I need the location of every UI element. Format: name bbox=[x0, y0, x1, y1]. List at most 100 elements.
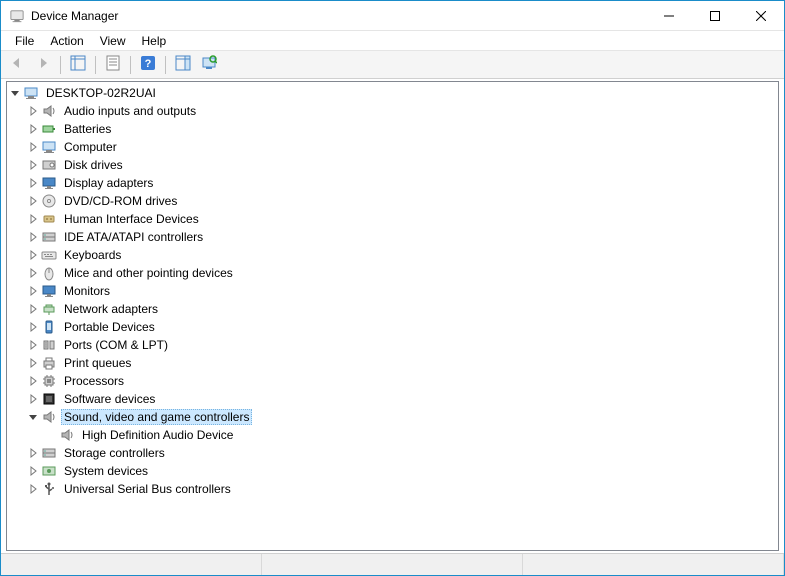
show-hide-action-button[interactable] bbox=[171, 54, 195, 76]
tree-node-label[interactable]: Universal Serial Bus controllers bbox=[61, 481, 234, 497]
tree-node[interactable]: High Definition Audio Device bbox=[7, 426, 778, 444]
chevron-right-icon[interactable] bbox=[25, 139, 41, 155]
tree-node-label[interactable]: Software devices bbox=[61, 391, 158, 407]
close-button[interactable] bbox=[738, 1, 784, 30]
tree-node-label[interactable]: High Definition Audio Device bbox=[79, 427, 236, 443]
chevron-down-icon[interactable] bbox=[7, 85, 23, 101]
chevron-right-icon[interactable] bbox=[25, 103, 41, 119]
tree-node[interactable]: Human Interface Devices bbox=[7, 210, 778, 228]
tree-node[interactable]: Batteries bbox=[7, 120, 778, 138]
tree-node-label[interactable]: Mice and other pointing devices bbox=[61, 265, 236, 281]
tree-node[interactable]: Print queues bbox=[7, 354, 778, 372]
help-icon: ? bbox=[140, 55, 156, 74]
tree-node-label[interactable]: IDE ATA/ATAPI controllers bbox=[61, 229, 206, 245]
tree-node[interactable]: Universal Serial Bus controllers bbox=[7, 480, 778, 498]
tree-node-label[interactable]: Audio inputs and outputs bbox=[61, 103, 199, 119]
scan-hardware-button[interactable] bbox=[197, 54, 221, 76]
tree-node-label[interactable]: Storage controllers bbox=[61, 445, 168, 461]
app-icon bbox=[9, 8, 25, 24]
chevron-right-icon[interactable] bbox=[25, 355, 41, 371]
menu-help[interactable]: Help bbox=[134, 32, 175, 50]
tree-node-label[interactable]: DESKTOP-02R2UAI bbox=[43, 85, 159, 101]
tree-node-label[interactable]: DVD/CD-ROM drives bbox=[61, 193, 180, 209]
chevron-down-icon[interactable] bbox=[25, 409, 41, 425]
tree-node-label[interactable]: Human Interface Devices bbox=[61, 211, 202, 227]
toolbar-separator bbox=[165, 56, 166, 74]
toolbar: ? bbox=[1, 51, 784, 79]
chevron-right-icon[interactable] bbox=[25, 247, 41, 263]
tree-node[interactable]: Storage controllers bbox=[7, 444, 778, 462]
tree-node-label[interactable]: Print queues bbox=[61, 355, 134, 371]
tree-node[interactable]: Portable Devices bbox=[7, 318, 778, 336]
tree-node-label[interactable]: Computer bbox=[61, 139, 120, 155]
tree-node-label[interactable]: Sound, video and game controllers bbox=[61, 409, 252, 425]
tree-node-label[interactable]: Portable Devices bbox=[61, 319, 158, 335]
tree-node[interactable]: DESKTOP-02R2UAI bbox=[7, 84, 778, 102]
menu-action[interactable]: Action bbox=[42, 32, 91, 50]
back-button[interactable] bbox=[5, 54, 29, 76]
minimize-button[interactable] bbox=[646, 1, 692, 30]
toolbar-separator bbox=[60, 56, 61, 74]
tree-node-label[interactable]: Processors bbox=[61, 373, 127, 389]
chevron-right-icon[interactable] bbox=[25, 193, 41, 209]
tree-node[interactable]: System devices bbox=[7, 462, 778, 480]
mouse-icon bbox=[41, 265, 57, 281]
network-icon bbox=[41, 301, 57, 317]
properties-button[interactable] bbox=[101, 54, 125, 76]
tree-node[interactable]: Computer bbox=[7, 138, 778, 156]
dvd-icon bbox=[41, 193, 57, 209]
system-icon bbox=[41, 463, 57, 479]
chevron-right-icon[interactable] bbox=[25, 337, 41, 353]
menu-file[interactable]: File bbox=[7, 32, 42, 50]
ports-icon bbox=[41, 337, 57, 353]
menubar: FileActionViewHelp bbox=[1, 31, 784, 51]
tree-node[interactable]: Audio inputs and outputs bbox=[7, 102, 778, 120]
chevron-right-icon[interactable] bbox=[25, 265, 41, 281]
tree-node[interactable]: Sound, video and game controllers bbox=[7, 408, 778, 426]
window-controls bbox=[646, 1, 784, 30]
chevron-right-icon[interactable] bbox=[25, 481, 41, 497]
usb-icon bbox=[41, 481, 57, 497]
chevron-right-icon[interactable] bbox=[25, 391, 41, 407]
tree-node[interactable]: Software devices bbox=[7, 390, 778, 408]
tree-node[interactable]: Mice and other pointing devices bbox=[7, 264, 778, 282]
device-tree[interactable]: DESKTOP-02R2UAI Audio inputs and outputs B… bbox=[6, 81, 779, 551]
display-icon bbox=[41, 175, 57, 191]
tree-node-label[interactable]: Monitors bbox=[61, 283, 113, 299]
tree-node[interactable]: Keyboards bbox=[7, 246, 778, 264]
tree-node[interactable]: Display adapters bbox=[7, 174, 778, 192]
forward-button[interactable] bbox=[31, 54, 55, 76]
tree-node-label[interactable]: Batteries bbox=[61, 121, 114, 137]
tree-node[interactable]: Network adapters bbox=[7, 300, 778, 318]
show-hide-tree-button[interactable] bbox=[66, 54, 90, 76]
help-button[interactable]: ? bbox=[136, 54, 160, 76]
chevron-right-icon[interactable] bbox=[25, 301, 41, 317]
chevron-right-icon[interactable] bbox=[25, 229, 41, 245]
tree-node-label[interactable]: Network adapters bbox=[61, 301, 161, 317]
chevron-right-icon[interactable] bbox=[25, 319, 41, 335]
tree-node-label[interactable]: Keyboards bbox=[61, 247, 124, 263]
tree-node[interactable]: IDE ATA/ATAPI controllers bbox=[7, 228, 778, 246]
chevron-right-icon[interactable] bbox=[25, 121, 41, 137]
chevron-right-icon[interactable] bbox=[25, 175, 41, 191]
tree-node-label[interactable]: Display adapters bbox=[61, 175, 156, 191]
chevron-right-icon[interactable] bbox=[25, 373, 41, 389]
tree-node-label[interactable]: System devices bbox=[61, 463, 151, 479]
computer-icon bbox=[23, 85, 39, 101]
cpu-icon bbox=[41, 373, 57, 389]
tree-node-label[interactable]: Disk drives bbox=[61, 157, 126, 173]
chevron-right-icon[interactable] bbox=[25, 283, 41, 299]
tree-node[interactable]: Ports (COM & LPT) bbox=[7, 336, 778, 354]
menu-view[interactable]: View bbox=[92, 32, 134, 50]
tree-node[interactable]: Monitors bbox=[7, 282, 778, 300]
chevron-right-icon[interactable] bbox=[25, 463, 41, 479]
tree-node[interactable]: Disk drives bbox=[7, 156, 778, 174]
chevron-right-icon[interactable] bbox=[25, 211, 41, 227]
tree-node[interactable]: DVD/CD-ROM drives bbox=[7, 192, 778, 210]
status-pane bbox=[262, 554, 523, 575]
tree-node-label[interactable]: Ports (COM & LPT) bbox=[61, 337, 171, 353]
chevron-right-icon[interactable] bbox=[25, 157, 41, 173]
maximize-button[interactable] bbox=[692, 1, 738, 30]
chevron-right-icon[interactable] bbox=[25, 445, 41, 461]
tree-node[interactable]: Processors bbox=[7, 372, 778, 390]
